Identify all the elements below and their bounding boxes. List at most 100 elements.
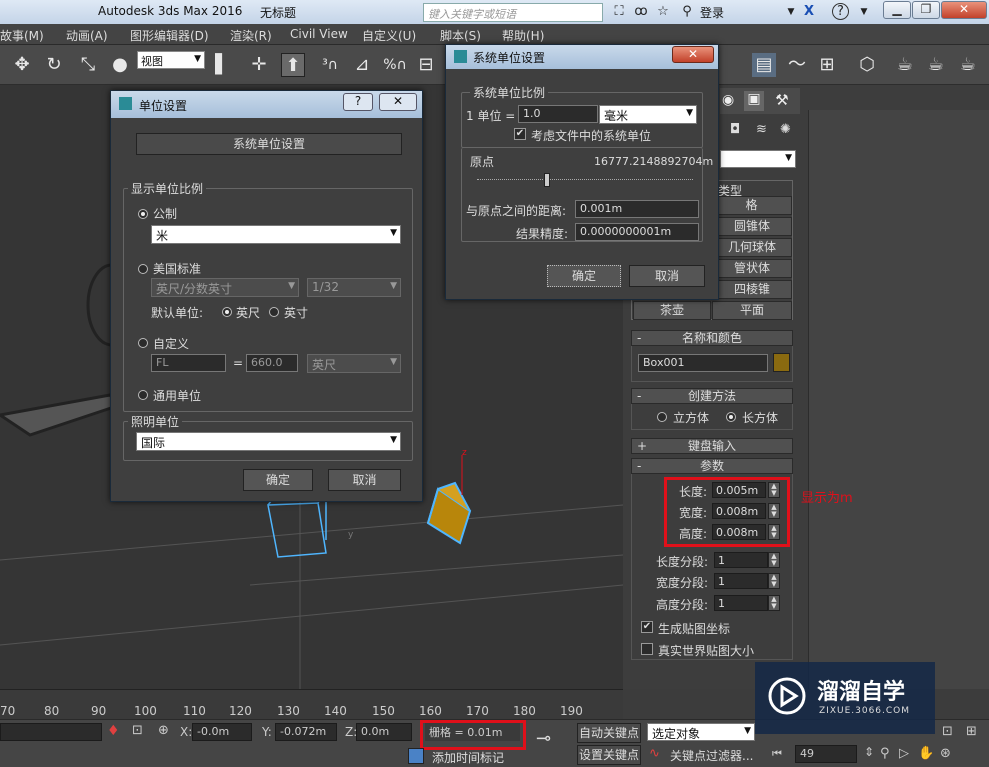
- selection-set-dropdown[interactable]: 选定对象 ▼: [647, 723, 755, 741]
- lock-icon[interactable]: ⊡: [132, 723, 143, 738]
- plane-button[interactable]: 平面: [712, 301, 792, 320]
- render-setup-icon[interactable]: ☕: [893, 53, 917, 77]
- lighting-units-dropdown[interactable]: 国际 ▼: [136, 432, 401, 451]
- height-segs-spinner[interactable]: 1: [714, 595, 768, 611]
- go-to-start-icon[interactable]: ⏮: [772, 747, 782, 761]
- origin-slider-thumb[interactable]: [544, 173, 550, 187]
- menu-item[interactable]: 渲染(R): [230, 27, 272, 44]
- system-ok-button[interactable]: 确定: [547, 265, 621, 287]
- name-color-rollout-header[interactable]: - 名称和颜色: [631, 330, 793, 346]
- metric-radio[interactable]: [138, 209, 148, 219]
- z-coord-field[interactable]: 0.0m: [356, 723, 412, 741]
- units-dialog-close-button[interactable]: ✕: [379, 93, 417, 111]
- custom-unit-dropdown[interactable]: 英尺 ▼: [307, 354, 401, 373]
- motion-tab-icon[interactable]: ◉: [722, 92, 740, 110]
- close-button[interactable]: ✕: [941, 1, 987, 19]
- custom-name-input[interactable]: FL: [151, 354, 226, 372]
- time-tag-icon[interactable]: [408, 748, 424, 764]
- custom-radio[interactable]: [138, 338, 148, 348]
- height-segs-arrows[interactable]: ▲ ▼: [768, 595, 780, 611]
- inch-radio[interactable]: [269, 307, 279, 317]
- creation-method-rollout-header[interactable]: - 创建方法: [631, 388, 793, 404]
- tube-button[interactable]: 管状体: [712, 259, 792, 278]
- set-key-button[interactable]: 设置关键点: [577, 745, 641, 765]
- keyboard-entry-rollout-header[interactable]: + 键盘输入: [631, 438, 793, 454]
- parameters-rollout-header[interactable]: - 参数: [631, 458, 793, 474]
- spinner-snap-icon[interactable]: ⊟: [414, 53, 438, 77]
- units-cancel-button[interactable]: 取消: [328, 469, 401, 491]
- origin-slider-track[interactable]: [477, 179, 693, 181]
- mirror-icon[interactable]: ▌: [210, 53, 234, 77]
- angle-snap-icon[interactable]: ⊿: [350, 53, 374, 77]
- pyramid-button[interactable]: 四棱锥: [712, 280, 792, 299]
- community-icon[interactable]: ꝏ: [632, 3, 650, 21]
- sphere-icon[interactable]: ●: [108, 53, 132, 77]
- scale-icon[interactable]: ⤡: [76, 53, 100, 77]
- percent-snap-icon[interactable]: %∩: [383, 53, 407, 77]
- auto-key-button[interactable]: 自动关键点: [577, 723, 641, 743]
- y-coord-field[interactable]: -0.072m: [275, 723, 337, 741]
- respect-units-checkbox[interactable]: ✔: [514, 128, 526, 140]
- system-dialog-close-button[interactable]: ✕: [672, 46, 714, 63]
- one-unit-input[interactable]: 1.0: [518, 105, 598, 123]
- us-standard-radio[interactable]: [138, 264, 148, 274]
- system-cancel-button[interactable]: 取消: [629, 265, 705, 287]
- layer-icon[interactable]: ▤: [752, 53, 776, 77]
- pan-hand-icon[interactable]: ✋: [918, 746, 934, 761]
- menu-item[interactable]: 脚本(S): [440, 27, 481, 44]
- menu-item[interactable]: 故事(M): [0, 27, 44, 44]
- schematic-icon[interactable]: ⊞: [815, 53, 839, 77]
- star-icon[interactable]: ☆: [654, 3, 672, 21]
- menu-item[interactable]: 帮助(H): [502, 27, 544, 44]
- system-unit-setup-button[interactable]: 系统单位设置: [136, 133, 402, 155]
- select-manipulate-icon[interactable]: ⬆: [281, 53, 305, 77]
- chevron-down-icon[interactable]: ▼: [782, 3, 800, 21]
- add-time-tag-button[interactable]: 添加时间标记: [432, 749, 504, 766]
- exchange-icon[interactable]: X: [800, 3, 818, 21]
- user-icon[interactable]: ⚲: [678, 3, 696, 21]
- menu-item[interactable]: 自定义(U): [362, 27, 416, 44]
- length-segs-spinner[interactable]: 1: [714, 552, 768, 568]
- system-unit-dropdown[interactable]: 毫米 ▼: [599, 105, 697, 124]
- metric-unit-dropdown[interactable]: 米 ▼: [151, 225, 401, 244]
- current-frame-field[interactable]: 49: [795, 745, 857, 763]
- key-filter-button[interactable]: 关键点过滤器...: [670, 747, 753, 764]
- timeline-ruler[interactable]: 70 80 90 100 110 120 130 140 150 160 170…: [0, 689, 623, 719]
- curve-editor-icon[interactable]: 〜: [785, 53, 809, 77]
- us-unit-dropdown[interactable]: 英尺/分数英寸 ▼: [151, 278, 299, 297]
- generic-units-radio[interactable]: [138, 390, 148, 400]
- primitive-type-dropdown[interactable]: ▼: [720, 150, 796, 168]
- cone-button[interactable]: 圆锥体: [712, 217, 792, 236]
- maximize-button[interactable]: ❐: [912, 1, 940, 19]
- material-icon[interactable]: ⬡: [855, 53, 879, 77]
- teapot-button[interactable]: 茶壶: [633, 301, 711, 320]
- us-fraction-dropdown[interactable]: 1/32 ▼: [307, 278, 401, 297]
- x-coord-field[interactable]: -0.0m: [192, 723, 252, 741]
- zoom-icon[interactable]: ⚲: [880, 746, 890, 761]
- move-icon[interactable]: ✥: [10, 53, 34, 77]
- gen-mapping-checkbox[interactable]: ✔: [641, 621, 653, 633]
- pivot-icon[interactable]: ✛: [247, 53, 271, 77]
- cube-radio[interactable]: [657, 412, 667, 422]
- render-icon[interactable]: ☕: [924, 53, 948, 77]
- menu-item[interactable]: Civil View: [290, 27, 348, 41]
- login-link[interactable]: 登录: [700, 4, 724, 21]
- help-button[interactable]: ?: [343, 93, 373, 111]
- rotate-icon[interactable]: ↻: [42, 53, 66, 77]
- play-icon[interactable]: ▷: [899, 746, 909, 761]
- object-name-input[interactable]: Box001: [638, 354, 768, 372]
- minimize-button[interactable]: ▁: [883, 1, 911, 19]
- absolute-mode-icon[interactable]: ⊕: [158, 723, 169, 738]
- search-input[interactable]: 键入关键字或短语: [423, 3, 603, 22]
- help-icon[interactable]: ?: [832, 3, 849, 20]
- render-frame-icon[interactable]: ☕: [956, 53, 980, 77]
- display-tab-icon[interactable]: ▣: [744, 91, 764, 111]
- units-ok-button[interactable]: 确定: [243, 469, 313, 491]
- camera-icon[interactable]: ◘: [730, 122, 740, 137]
- length-segs-arrows[interactable]: ▲ ▼: [768, 552, 780, 568]
- width-segs-arrows[interactable]: ▲ ▼: [768, 573, 780, 589]
- reference-coord-select[interactable]: 视图 ▼: [137, 51, 205, 69]
- menu-item[interactable]: 图形编辑器(D): [130, 27, 209, 44]
- box-radio[interactable]: [726, 412, 736, 422]
- utilities-tab-icon[interactable]: ⚒: [772, 91, 792, 111]
